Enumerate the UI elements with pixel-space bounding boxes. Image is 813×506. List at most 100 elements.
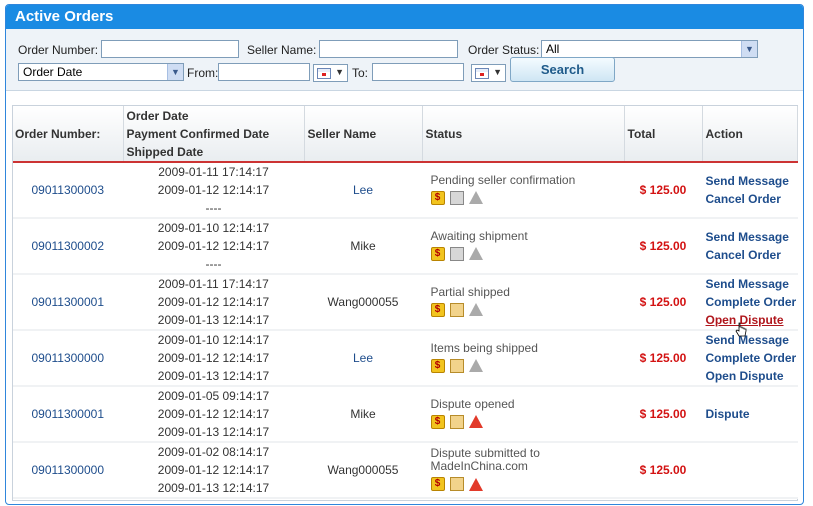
action-link[interactable]: Send Message <box>706 331 797 349</box>
action-link[interactable]: Cancel Order <box>706 246 797 264</box>
seller-name[interactable]: Lee <box>304 330 423 387</box>
action-link[interactable]: Complete Order <box>706 293 797 311</box>
order-actions: Send Message Complete Order Open Dispute <box>702 330 798 387</box>
order-number-link[interactable]: 09011300001 <box>13 386 124 443</box>
payment-date: 2009-01-12 12:14:17 <box>157 463 270 477</box>
payment-icon: $ <box>430 246 445 261</box>
date-type-select[interactable]: Order Date ▼ <box>18 63 184 81</box>
search-button[interactable]: Search <box>510 57 615 82</box>
order-status-select[interactable]: All ▼ <box>541 40 758 58</box>
order-number-input[interactable] <box>101 40 239 58</box>
to-calendar-button[interactable]: ▼ <box>471 64 506 82</box>
header-order-date: Order Date <box>126 108 189 123</box>
order-total: $ 125.00 <box>624 386 703 443</box>
order-number-link[interactable]: 09011300000 <box>13 330 124 387</box>
shipped-date: 2009-01-13 12:14:17 <box>157 369 270 383</box>
warning-icon <box>468 359 483 372</box>
order-date: 2009-01-10 12:14:17 <box>157 333 270 347</box>
from-calendar-button[interactable]: ▼ <box>313 64 348 82</box>
warning-icon <box>468 415 483 428</box>
to-date-input[interactable] <box>372 63 464 81</box>
header-dates: Order Date Payment Confirmed Date Shippe… <box>123 106 305 163</box>
status-text: Dispute submitted to MadeInChina.com <box>430 446 540 473</box>
package-icon <box>449 477 464 491</box>
order-actions: Dispute <box>702 386 798 443</box>
table-row: 09011300003 2009-01-11 17:14:17 2009-01-12… <box>13 162 798 219</box>
action-link[interactable]: Complete Order <box>706 349 797 367</box>
payment-date: 2009-01-12 12:14:17 <box>157 351 270 365</box>
table-row: 09011300000 2009-01-02 08:14:17 2009-01-12… <box>13 442 798 499</box>
order-total: $ 125.00 <box>624 162 703 219</box>
header-shipped-date: Shipped Date <box>126 144 204 159</box>
order-status: Items being shipped $ <box>422 330 625 387</box>
shipped-date: 2009-01-13 12:14:17 <box>157 425 270 439</box>
order-dates: 2009-01-10 12:14:17 2009-01-12 12:14:17 20… <box>123 330 305 387</box>
warning-icon <box>468 247 483 260</box>
action-link[interactable]: Send Message <box>706 172 797 190</box>
package-icon <box>449 302 464 317</box>
order-status-label: Order Status: <box>468 43 540 57</box>
order-actions <box>702 442 798 499</box>
payment-icon: $ <box>430 302 445 317</box>
status-text: Partial shipped <box>430 284 510 299</box>
order-dates: 2009-01-02 08:14:17 2009-01-12 12:14:17 20… <box>123 442 305 499</box>
order-status: Pending seller confirmation $ <box>422 162 625 219</box>
shipped-date: ---- <box>205 201 222 215</box>
order-number-link[interactable]: 09011300002 <box>13 218 124 275</box>
header-seller: Seller Name <box>304 106 423 163</box>
header-payment-date: Payment Confirmed Date <box>126 126 270 141</box>
order-number-link[interactable]: 09011300001 <box>13 274 124 331</box>
action-link[interactable]: Cancel Order <box>706 190 797 208</box>
payment-icon: $ <box>430 414 445 429</box>
order-status: Dispute opened $ <box>422 386 625 443</box>
warning-icon <box>468 303 483 316</box>
order-date: 2009-01-11 17:14:17 <box>158 165 269 179</box>
seller-name[interactable]: Lee <box>304 162 423 219</box>
seller-name: Mike <box>304 218 423 275</box>
header-action: Action <box>702 106 798 163</box>
order-actions: Send Message Complete Order Open Dispute <box>702 274 798 331</box>
action-link[interactable]: Dispute <box>706 405 797 423</box>
action-link[interactable]: Send Message <box>706 275 797 293</box>
panel-title: Active Orders <box>6 5 803 29</box>
orders-table-container: Order Number: Order Date Payment Confirm… <box>12 105 798 501</box>
order-total: $ 125.00 <box>624 274 703 331</box>
status-icons: $ <box>430 477 624 493</box>
status-text: Awaiting shipment <box>430 228 528 243</box>
order-total: $ 125.00 <box>624 442 703 499</box>
chevron-down-icon: ▼ <box>335 67 344 77</box>
order-number-label: Order Number: <box>18 43 99 57</box>
order-total: $ 125.00 <box>624 218 703 275</box>
shipped-date: 2009-01-13 12:14:17 <box>157 481 270 495</box>
date-type-value: Order Date <box>23 65 83 79</box>
order-total: $ 125.00 <box>624 330 703 387</box>
package-icon <box>449 190 464 205</box>
status-icons: $ <box>430 414 624 431</box>
action-link[interactable]: Open Dispute <box>706 367 797 385</box>
order-date: 2009-01-11 17:14:17 <box>158 277 269 291</box>
header-status: Status <box>422 106 625 163</box>
package-icon <box>449 358 464 373</box>
payment-date: 2009-01-12 12:14:17 <box>157 239 270 253</box>
table-row: 09011300001 2009-01-05 09:14:17 2009-01-12… <box>13 386 798 443</box>
table-row: 09011300001 2009-01-11 17:14:17 2009-01-12… <box>13 274 798 331</box>
order-dates: 2009-01-10 12:14:17 2009-01-12 12:14:17 --… <box>123 218 305 275</box>
order-status-value: All <box>546 42 560 56</box>
order-number-link[interactable]: 09011300000 <box>13 442 124 499</box>
action-link[interactable]: Open Dispute <box>706 311 797 329</box>
warning-icon <box>468 477 483 491</box>
to-label: To: <box>352 66 369 80</box>
calendar-icon <box>317 68 331 79</box>
action-link[interactable]: Send Message <box>706 228 797 246</box>
chevron-down-icon: ▼ <box>167 64 183 80</box>
seller-name: Wang000055 <box>304 274 423 331</box>
payment-icon: $ <box>430 477 445 491</box>
status-text: Dispute opened <box>430 396 515 411</box>
order-number-link[interactable]: 09011300003 <box>13 162 124 219</box>
seller-name-input[interactable] <box>319 40 458 58</box>
payment-date: 2009-01-12 12:14:17 <box>157 183 270 197</box>
table-row: 09011300002 2009-01-10 12:14:17 2009-01-12… <box>13 218 798 275</box>
from-date-input[interactable] <box>218 63 310 81</box>
order-date: 2009-01-10 12:14:17 <box>157 221 270 235</box>
seller-name-label: Seller Name: <box>247 43 317 57</box>
